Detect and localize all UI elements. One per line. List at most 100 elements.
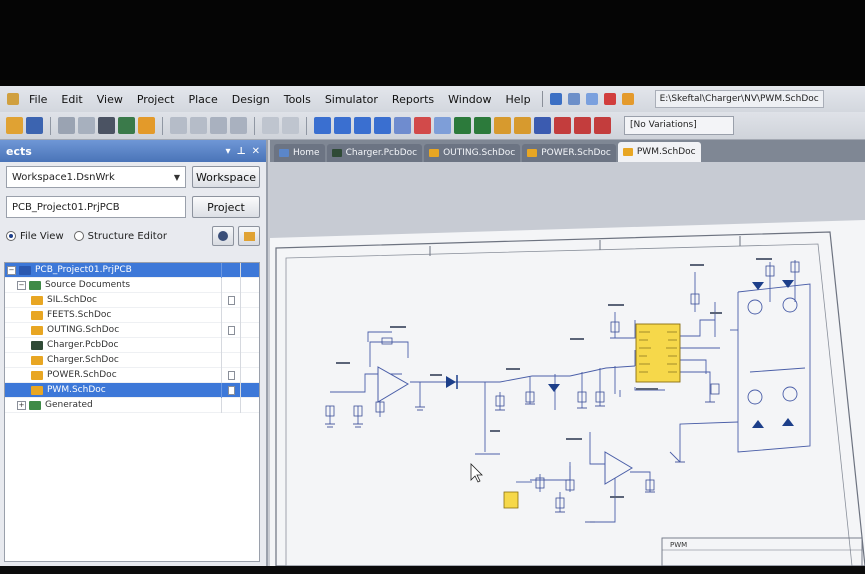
directive-icon[interactable] (534, 117, 551, 134)
sheet-paper (270, 220, 865, 566)
sheet-symbol-icon[interactable] (474, 117, 491, 134)
document-tab[interactable]: OUTING.SchDoc (424, 144, 521, 162)
zoom-area-icon[interactable] (190, 117, 207, 134)
folder-icon (29, 400, 41, 410)
save-icon[interactable] (26, 117, 43, 134)
tree-status-columns (221, 383, 259, 398)
variations-dropdown[interactable]: [No Variations] (624, 116, 734, 135)
part-icon[interactable] (621, 93, 634, 105)
port-icon[interactable] (514, 117, 531, 134)
tree-item[interactable]: OUTING.SchDoc (5, 323, 259, 338)
document-tab[interactable]: Charger.PcbDoc (326, 144, 423, 162)
ground-icon[interactable] (585, 93, 598, 105)
project-button[interactable]: Project (192, 196, 260, 218)
tree-item-label: PWM.SchDoc (47, 385, 106, 395)
modified-doc-icon (228, 371, 235, 380)
tree-status-columns (221, 338, 259, 353)
file-view-radio[interactable] (6, 231, 16, 241)
tree-item[interactable]: SIL.SchDoc (5, 293, 259, 308)
panel-menu-icon[interactable]: ▾ (225, 146, 230, 157)
menu-edit[interactable]: Edit (54, 93, 89, 106)
tree-item-label: FEETS.SchDoc (47, 310, 112, 320)
tree-item[interactable]: POWER.SchDoc (5, 368, 259, 383)
vcc-port-icon[interactable] (434, 117, 451, 134)
document-path: E:\Skeftal\Charger\NV\PWM.SchDoc (654, 90, 824, 108)
toolbar-separator (162, 116, 163, 135)
no-erc-icon[interactable] (554, 117, 571, 134)
pcb-icon[interactable] (118, 117, 135, 134)
wire-tool-icon[interactable] (549, 93, 562, 105)
modified-doc-icon (228, 296, 235, 305)
document-tab[interactable]: Home (274, 144, 325, 162)
project-options-icon[interactable] (212, 226, 234, 246)
tree-item[interactable]: Charger.SchDoc (5, 353, 259, 368)
power-port-tool-icon[interactable] (394, 117, 411, 134)
document-tab[interactable]: POWER.SchDoc (522, 144, 616, 162)
expand-toggle-icon[interactable]: − (17, 280, 26, 290)
tree-item-label: OUTING.SchDoc (47, 325, 120, 335)
net-label-icon[interactable] (374, 117, 391, 134)
menu-file[interactable]: File (22, 93, 54, 106)
main-toolbar: [No Variations] (0, 112, 865, 140)
bus-tool-icon[interactable] (567, 93, 580, 105)
menu-project[interactable]: Project (130, 93, 182, 106)
menu-place[interactable]: Place (181, 93, 224, 106)
tree-item[interactable]: − Source Documents (5, 278, 259, 293)
print-icon[interactable] (58, 117, 75, 134)
close-icon[interactable]: ✕ (252, 146, 260, 157)
tree-item[interactable]: − PCB_Project01.PrjPCB (5, 263, 259, 278)
sheet-entry-icon[interactable] (494, 117, 511, 134)
open-folder-icon[interactable] (6, 117, 23, 134)
place-bus-icon[interactable] (334, 117, 351, 134)
menu-tools[interactable]: Tools (277, 93, 318, 106)
connector-j1 (503, 491, 519, 509)
project-field[interactable]: PCB_Project01.PrjPCB (6, 196, 186, 218)
title-block-label: PWM (670, 541, 687, 549)
schematic-canvas[interactable]: PWM (270, 162, 865, 566)
schematic-sheet: PWM (270, 220, 865, 566)
print-preview-icon[interactable] (78, 117, 95, 134)
menu-reports[interactable]: Reports (385, 93, 441, 106)
menu-design[interactable]: Design (225, 93, 277, 106)
file-view-label: File View (20, 230, 64, 242)
tree-item[interactable]: PWM.SchDoc (5, 383, 259, 398)
document-tab[interactable]: PWM.SchDoc (617, 142, 701, 162)
tree-item[interactable]: Charger.PcbDoc (5, 338, 259, 353)
tree-item[interactable]: FEETS.SchDoc (5, 308, 259, 323)
document-tab-label: PWM.SchDoc (636, 147, 696, 157)
bus-entry-icon[interactable] (354, 117, 371, 134)
structure-editor-radio[interactable] (73, 231, 84, 241)
place-wire-icon[interactable] (314, 117, 331, 134)
menu-simulator[interactable]: Simulator (318, 93, 385, 106)
monitor-bezel-bottom (0, 566, 865, 574)
part-tool-icon[interactable] (454, 117, 471, 134)
menu-window[interactable]: Window (441, 93, 498, 106)
menu-help[interactable]: Help (499, 93, 538, 106)
zoom-out-icon[interactable] (230, 117, 247, 134)
zoom-in-icon[interactable] (210, 117, 227, 134)
pin-icon[interactable]: ⊥ (236, 146, 245, 157)
workspace-button[interactable]: Workspace (192, 166, 260, 188)
altium-window: File Edit View Project Place Design Tool… (0, 86, 865, 566)
tree-item[interactable]: + Generated (5, 398, 259, 413)
document-tab-label: OUTING.SchDoc (443, 148, 516, 158)
menu-view[interactable]: View (90, 93, 130, 106)
expand-toggle-icon[interactable]: + (17, 400, 26, 410)
zoom-fit-icon[interactable] (170, 117, 187, 134)
folder-dropdown-icon[interactable] (238, 226, 260, 246)
expand-toggle-icon[interactable]: − (7, 265, 16, 275)
document-icon (331, 149, 342, 157)
cut-icon[interactable] (262, 117, 279, 134)
browse-icon[interactable] (98, 117, 115, 134)
close-x-icon[interactable] (574, 117, 591, 134)
gnd-port-icon[interactable] (414, 117, 431, 134)
schematic-document-icon (31, 310, 43, 320)
workspace-select[interactable]: Workspace1.DsnWrk ▼ (6, 166, 186, 188)
document-tab-label: Charger.PcbDoc (345, 148, 418, 158)
clear-x-icon[interactable] (594, 117, 611, 134)
project-row: PCB_Project01.PrjPCB Project (0, 192, 266, 222)
tree-status-columns (221, 308, 259, 323)
power-port-icon[interactable] (603, 93, 616, 105)
paste-icon[interactable] (282, 117, 299, 134)
folder-icon[interactable] (138, 117, 155, 134)
